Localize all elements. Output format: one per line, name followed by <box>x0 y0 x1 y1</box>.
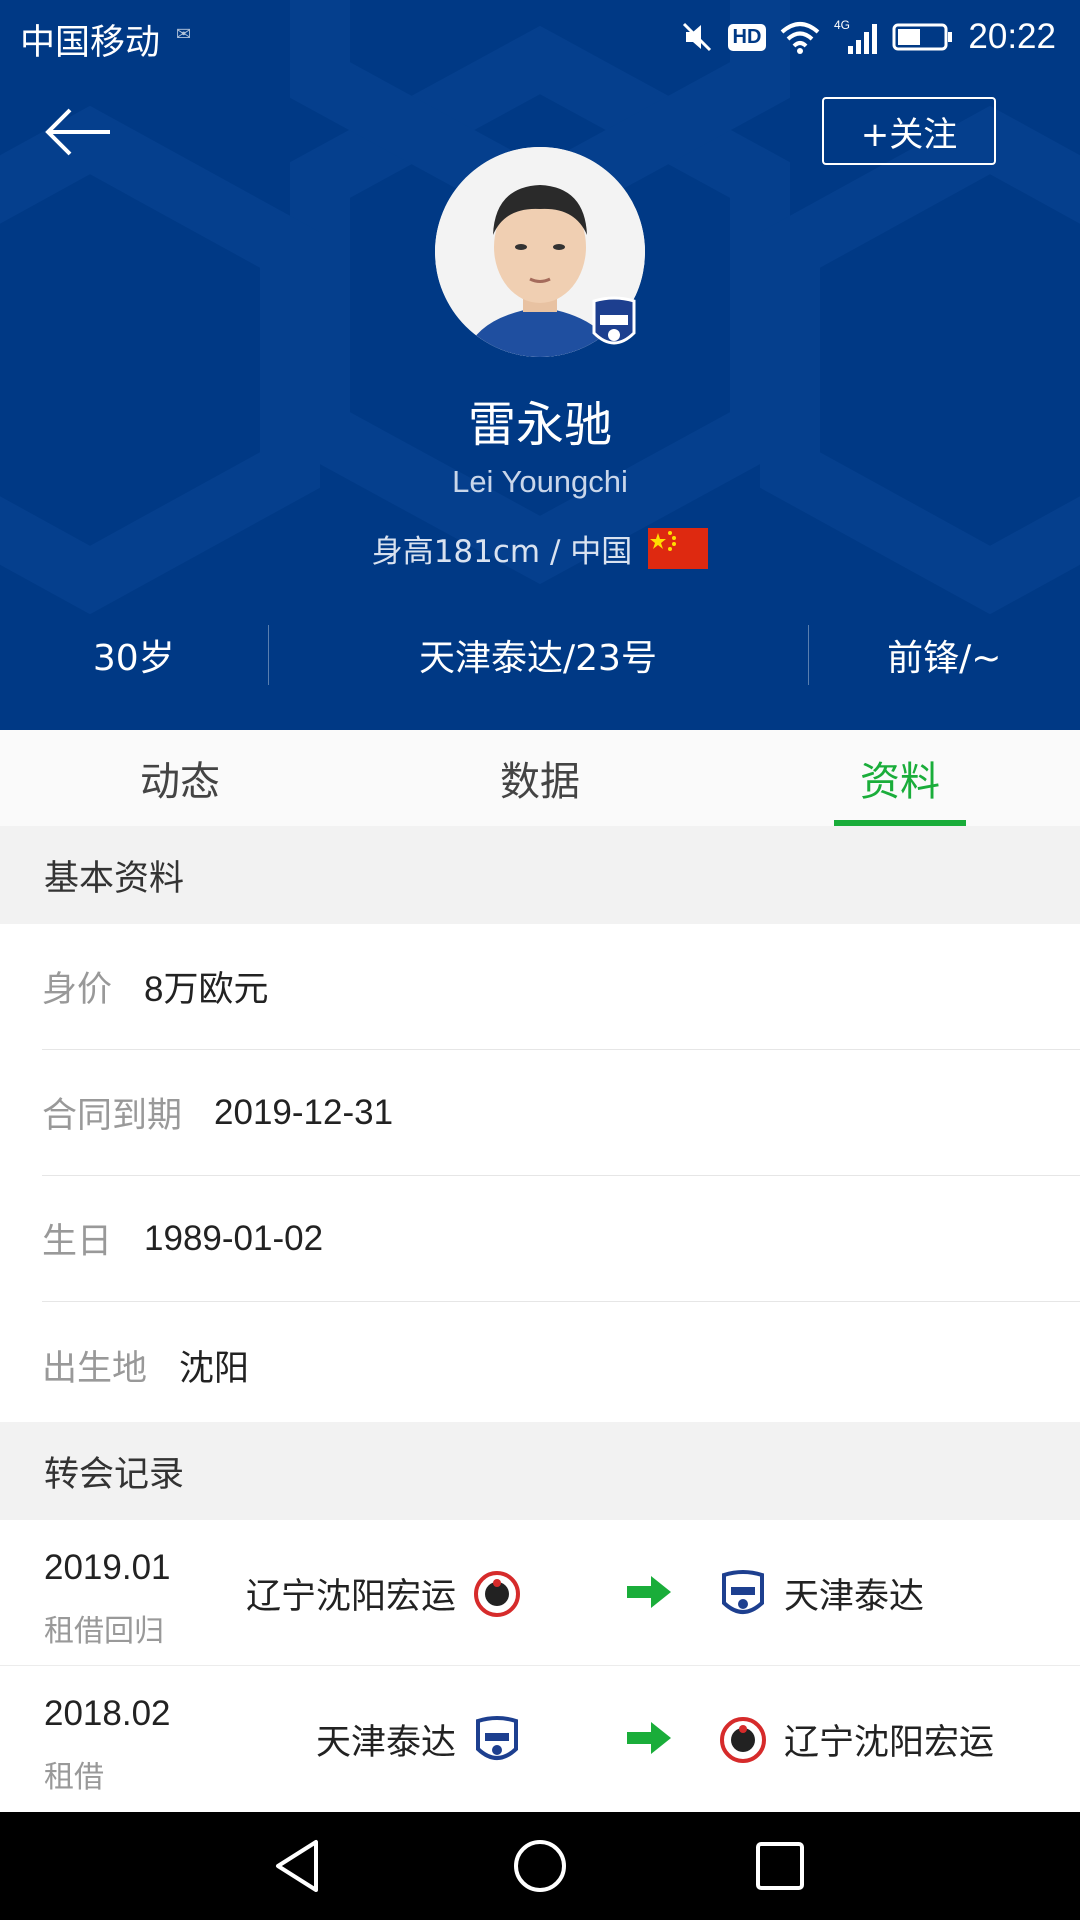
wifi-icon <box>781 22 820 54</box>
team-badge-icon <box>592 296 636 345</box>
info-row-contract-expiry: 合同到期 2019-12-31 <box>42 1050 1080 1176</box>
info-row-birthday: 生日 1989-01-02 <box>42 1176 1080 1302</box>
player-meta: 身高181cm / 中国 <box>0 526 1080 571</box>
mute-icon <box>682 22 711 52</box>
china-flag-icon <box>648 528 709 569</box>
stat-age: 30岁 <box>92 638 175 679</box>
tab-bar: 动态 数据 资料 <box>0 730 1080 826</box>
arrow-right-icon <box>627 1576 671 1608</box>
transfer-date: 2018.02 <box>44 1694 171 1733</box>
transfer-date: 2019.01 <box>44 1548 171 1587</box>
triangle-back-icon[interactable] <box>268 1834 332 1898</box>
info-label: 出生地 <box>42 1348 148 1389</box>
stat-position: 前锋/~ <box>887 638 1002 679</box>
status-icons: HD 4G 20:22 <box>680 10 1056 64</box>
transfer-to-club: 辽宁沈阳宏运 <box>720 1714 994 1765</box>
arrow-left-icon <box>45 108 110 156</box>
info-value: 8万欧元 <box>144 970 269 1009</box>
info-label: 生日 <box>42 1222 113 1262</box>
back-button[interactable] <box>44 102 116 162</box>
transfer-row[interactable]: 2018.02 租借 天津泰达 辽宁沈阳宏运 <box>0 1666 1080 1812</box>
battery-icon <box>892 23 953 51</box>
square-recent-icon[interactable] <box>748 1834 812 1898</box>
player-header: 中国移动 ✉ HD 4G 20:22 +关注 雷永驰 Lei Youngchi … <box>0 0 1080 730</box>
info-label: 合同到期 <box>42 1096 183 1136</box>
info-value: 2019-12-31 <box>214 1092 394 1132</box>
teda-club-logo-icon <box>476 1715 518 1760</box>
tab-profile[interactable]: 资料 <box>720 730 1080 826</box>
info-row-market-value: 身价 8万欧元 <box>42 924 1080 1050</box>
network-type-label: 4G <box>834 18 850 32</box>
player-stats: 30岁 天津泰达/23号 前锋/~ <box>0 620 1080 690</box>
club-name: 辽宁沈阳宏运 <box>245 1577 456 1617</box>
arrow-right-icon <box>627 1722 671 1754</box>
system-nav-bar <box>0 1812 1080 1920</box>
transfer-row[interactable]: 2019.01 租借回归 辽宁沈阳宏运 天津泰达 <box>0 1520 1080 1666</box>
hd-icon: HD <box>727 23 767 51</box>
carrier-name: 中国移动 <box>20 23 161 63</box>
signal-icon: 4G <box>834 18 878 54</box>
transfer-type: 租借回归 <box>44 1614 164 1649</box>
follow-button[interactable]: +关注 <box>822 97 996 165</box>
sim-icon: ✉ <box>176 24 192 45</box>
tab-label: 数据 <box>500 759 580 805</box>
info-label: 身价 <box>42 970 113 1010</box>
transfer-from-club: 辽宁沈阳宏运 <box>246 1568 520 1619</box>
stat-team-number: 天津泰达/23号 <box>419 638 657 679</box>
club-name: 天津泰达 <box>784 1577 925 1617</box>
circle-home-icon[interactable] <box>508 1834 572 1898</box>
tab-label: 资料 <box>860 759 940 805</box>
section-title-basic-info: 基本资料 <box>0 826 1080 924</box>
info-value: 1989-01-02 <box>144 1218 324 1258</box>
player-name-english: Lei Youngchi <box>452 464 628 499</box>
transfer-type: 租借 <box>44 1760 104 1795</box>
info-value: 沈阳 <box>179 1348 250 1388</box>
clock: 20:22 <box>968 17 1056 56</box>
transfer-to-club: 天津泰达 <box>720 1568 924 1619</box>
tab-label: 动态 <box>140 759 220 805</box>
club-name: 天津泰达 <box>315 1723 456 1763</box>
status-bar: 中国移动 ✉ HD 4G 20:22 <box>0 0 1080 74</box>
transfer-from-club: 天津泰达 <box>316 1714 520 1765</box>
player-name: 雷永驰 <box>467 397 612 453</box>
tab-news[interactable]: 动态 <box>0 730 360 826</box>
section-title-transfers: 转会记录 <box>0 1422 1080 1520</box>
teda-club-logo-icon <box>722 1569 764 1614</box>
liaoning-club-logo-icon <box>474 1570 520 1617</box>
info-row-birthplace: 出生地 沈阳 <box>42 1302 1080 1428</box>
tab-stats[interactable]: 数据 <box>360 730 720 826</box>
height-nationality: 身高181cm / 中国 <box>371 534 633 570</box>
club-name: 辽宁沈阳宏运 <box>784 1723 995 1763</box>
liaoning-club-logo-icon <box>720 1716 766 1763</box>
